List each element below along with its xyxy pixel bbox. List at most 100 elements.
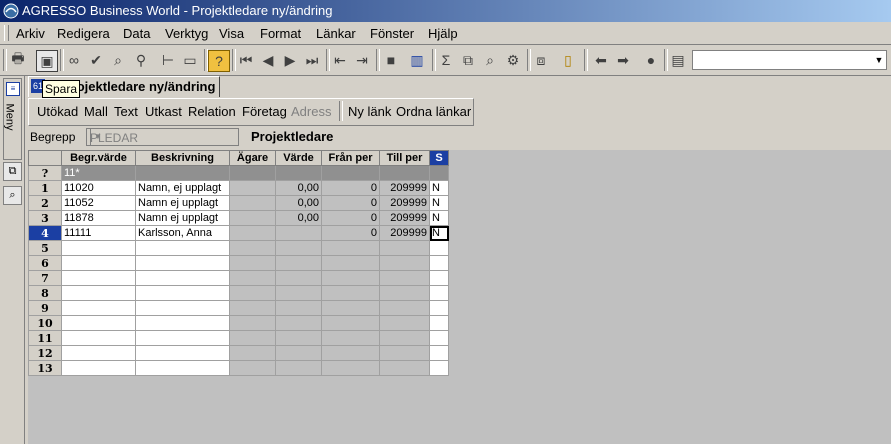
col-header-varde[interactable]: Värde — [275, 150, 322, 166]
cell-begr[interactable] — [61, 300, 136, 316]
row-number[interactable]: 7 — [28, 270, 62, 286]
adress-button[interactable]: Adress — [291, 104, 331, 119]
row-number[interactable]: 3 — [28, 210, 62, 226]
cell-begr[interactable] — [61, 255, 136, 271]
filter-cell[interactable] — [429, 165, 449, 181]
cell-till[interactable] — [379, 255, 430, 271]
last-icon[interactable]: ⏭ — [302, 50, 322, 70]
menu-fonster[interactable]: Fönster — [370, 26, 414, 41]
cell-agare[interactable] — [229, 180, 276, 196]
cell-till[interactable] — [379, 270, 430, 286]
row-number[interactable]: 2 — [28, 195, 62, 211]
filter-cell[interactable] — [135, 165, 230, 181]
begrepp-field[interactable]: PLEDAR ▼ — [86, 128, 239, 146]
back-icon[interactable]: ⬅ — [591, 50, 611, 70]
cell-varde[interactable] — [275, 345, 322, 361]
cell-fran[interactable]: 0 — [321, 225, 380, 241]
cell-beskr[interactable] — [135, 285, 230, 301]
cell-begr[interactable] — [61, 345, 136, 361]
search-icon[interactable]: ⌕ — [480, 50, 500, 70]
cell-varde[interactable] — [275, 360, 322, 376]
split-icon[interactable]: ⇤ — [330, 50, 350, 70]
print-icon[interactable]: 🖶 — [8, 50, 28, 70]
row-number[interactable]: 10 — [28, 315, 62, 331]
cell-till[interactable] — [379, 300, 430, 316]
cell-begr[interactable] — [61, 240, 136, 256]
cell-fran[interactable]: 0 — [321, 195, 380, 211]
cell-begr[interactable]: 11111 — [61, 225, 136, 241]
menu-data[interactable]: Data — [123, 26, 150, 41]
report-icon[interactable]: ▯ — [558, 50, 578, 70]
relation-button[interactable]: Relation — [188, 104, 236, 119]
chart-icon[interactable]: ▥ — [407, 50, 427, 70]
cell-agare[interactable] — [229, 360, 276, 376]
cell-fran[interactable] — [321, 330, 380, 346]
check-icon[interactable]: ✔ — [86, 50, 106, 70]
cell-agare[interactable] — [229, 195, 276, 211]
cell-begr[interactable] — [61, 315, 136, 331]
cell-s[interactable] — [429, 345, 449, 361]
cell-varde[interactable] — [275, 270, 322, 286]
utokad-button[interactable]: Utökad — [37, 104, 78, 119]
cell-fran[interactable] — [321, 360, 380, 376]
cell-till[interactable] — [379, 315, 430, 331]
row-number[interactable]: 13 — [28, 360, 62, 376]
save-icon[interactable]: ▣ — [36, 50, 58, 72]
table-row[interactable]: 3 11878 Namn ej upplagt 0,00 0 209999 N — [28, 210, 449, 226]
table-row[interactable]: 2 11052 Namn ej upplagt 0,00 0 209999 N — [28, 195, 449, 211]
cell-till[interactable]: 209999 — [379, 225, 430, 241]
utkast-button[interactable]: Utkast — [145, 104, 182, 119]
cell-beskr[interactable] — [135, 240, 230, 256]
cell-agare[interactable] — [229, 255, 276, 271]
cell-s[interactable] — [429, 240, 449, 256]
row-number[interactable]: 4 — [28, 225, 62, 241]
search-icon[interactable]: ⌕ — [3, 186, 22, 205]
table-row[interactable]: 13 — [28, 360, 449, 376]
menu-arkiv[interactable]: Arkiv — [16, 26, 45, 41]
cell-s[interactable] — [429, 315, 449, 331]
menu-hjalp[interactable]: Hjälp — [428, 26, 458, 41]
record-icon[interactable]: ● — [641, 50, 661, 70]
row-number[interactable]: 11 — [28, 330, 62, 346]
next-icon[interactable]: ▶ — [280, 50, 300, 70]
cell-s[interactable]: N — [429, 225, 449, 241]
cell-till[interactable]: 209999 — [379, 195, 430, 211]
row-number[interactable]: 8 — [28, 285, 62, 301]
cell-agare[interactable] — [229, 285, 276, 301]
filter-cell[interactable] — [379, 165, 430, 181]
cell-s[interactable] — [429, 330, 449, 346]
text-button[interactable]: Text — [114, 104, 138, 119]
find-icon[interactable]: ∞ — [64, 50, 84, 70]
col-header-beskr[interactable]: Beskrivning — [135, 150, 230, 166]
cell-s[interactable] — [429, 300, 449, 316]
cell-agare[interactable] — [229, 240, 276, 256]
col-header-till[interactable]: Till per — [379, 150, 430, 166]
help-icon[interactable]: ? — [208, 50, 230, 72]
table-row[interactable]: 10 — [28, 315, 449, 331]
cell-begr[interactable] — [61, 270, 136, 286]
prev-icon[interactable]: ◀ — [258, 50, 278, 70]
cell-begr[interactable] — [61, 285, 136, 301]
table-row[interactable]: 9 — [28, 300, 449, 316]
menu-lankar[interactable]: Länkar — [316, 26, 356, 41]
cell-beskr[interactable]: Namn, ej upplagt — [135, 180, 230, 196]
cell-agare[interactable] — [229, 315, 276, 331]
cell-till[interactable]: 209999 — [379, 180, 430, 196]
cell-fran[interactable] — [321, 345, 380, 361]
mall-button[interactable]: Mall — [84, 104, 108, 119]
table-row[interactable]: 7 — [28, 270, 449, 286]
cell-beskr[interactable] — [135, 300, 230, 316]
filter-icon[interactable]: ⚲ — [131, 50, 151, 70]
cell-s[interactable] — [429, 360, 449, 376]
cell-s[interactable] — [429, 255, 449, 271]
row-number[interactable]: 12 — [28, 345, 62, 361]
cell-beskr[interactable]: Karlsson, Anna — [135, 225, 230, 241]
blank-icon[interactable]: ▭ — [180, 50, 200, 70]
table-row[interactable]: 12 — [28, 345, 449, 361]
meny-tab[interactable]: ≡ Meny — [3, 78, 22, 160]
document-icon[interactable]: ▤ — [668, 50, 688, 70]
table-row[interactable]: 8 — [28, 285, 449, 301]
sum-icon[interactable]: Σ — [436, 50, 456, 70]
cell-agare[interactable] — [229, 225, 276, 241]
cell-varde[interactable]: 0,00 — [275, 180, 322, 196]
